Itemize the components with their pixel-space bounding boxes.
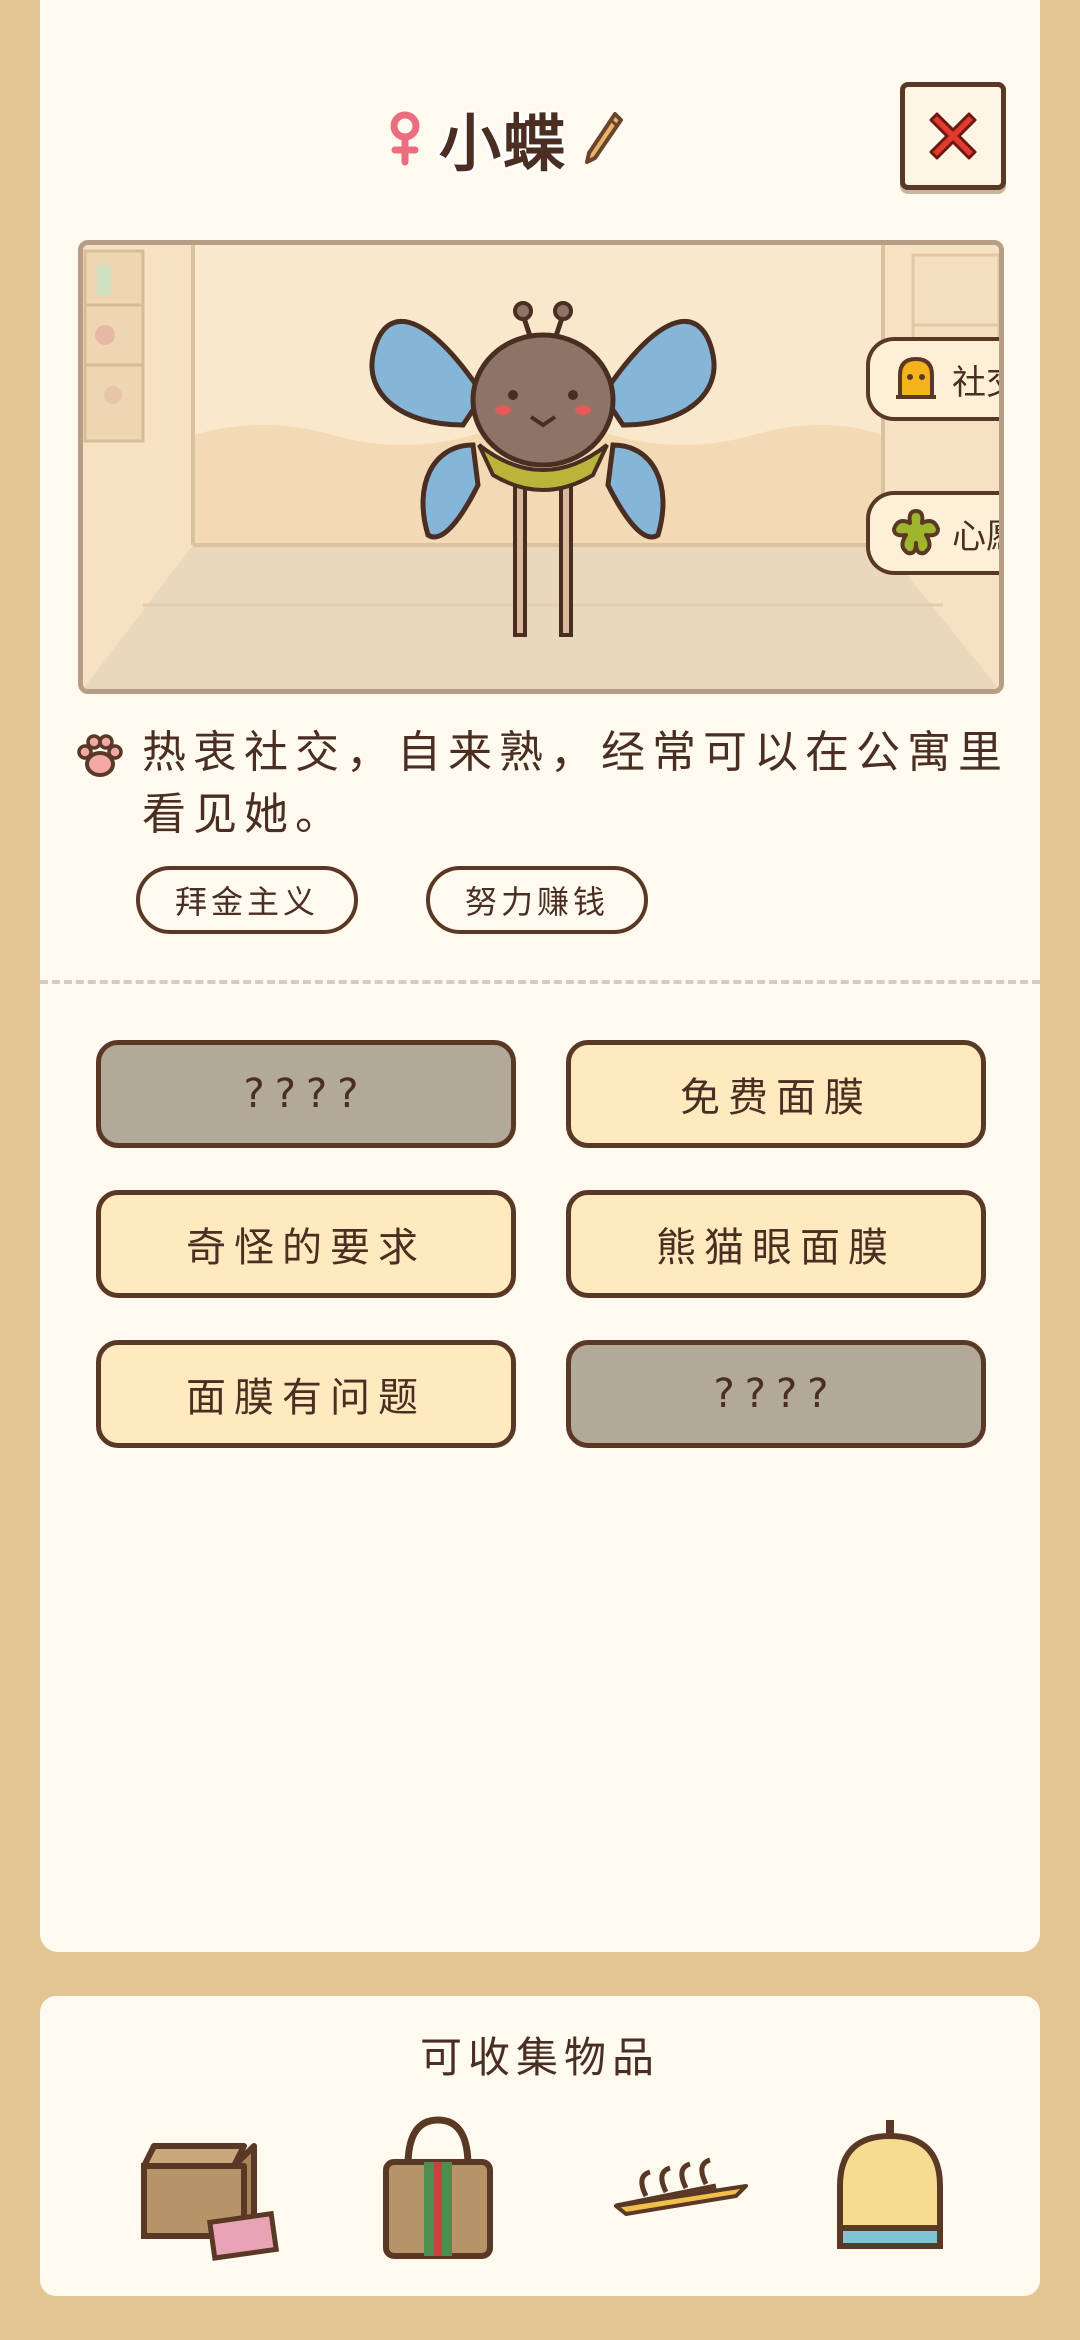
tag-work-hard: 努力赚钱	[426, 866, 648, 934]
header: 小蝶	[40, 82, 1040, 190]
social-icon	[896, 356, 936, 399]
hangers-item[interactable]	[606, 2106, 766, 2266]
box-item[interactable]	[124, 2106, 284, 2266]
story-button-free-mask[interactable]: 免费面膜	[566, 1040, 986, 1148]
wish-label: 心愿	[952, 516, 999, 557]
wish-icon	[892, 509, 940, 556]
social-label: 社交	[952, 362, 999, 403]
edit-name-icon[interactable]	[581, 110, 625, 166]
room-background	[83, 245, 999, 689]
name-row: 小蝶	[385, 88, 625, 188]
character-panel: 小蝶 社 心 热衷社交，自来熟，经常可以在公寓里看见她。 拜金主义 努力赚钱 ?…	[40, 0, 1040, 1952]
collectibles-title: 可收集物品	[419, 2033, 660, 2082]
character-name: 小蝶	[439, 107, 568, 180]
story-button-panda-eye-mask[interactable]: 熊猫眼面膜	[566, 1190, 986, 1298]
close-icon	[929, 112, 977, 160]
lamp-item[interactable]	[810, 2106, 970, 2266]
description-row: 热衷社交，自来熟，经常可以在公寓里看见她。	[76, 722, 1016, 846]
story-button-strange-request[interactable]: 奇怪的要求	[96, 1190, 516, 1298]
female-icon	[390, 111, 420, 166]
collectibles-panel: 可收集物品	[40, 1996, 1040, 2296]
social-button[interactable]: 社交	[866, 337, 999, 421]
close-button[interactable]	[900, 82, 1006, 190]
paw-icon	[77, 734, 123, 777]
handbag-item[interactable]	[358, 2106, 518, 2266]
character-room-scene: 社交 心愿	[78, 240, 1004, 694]
story-button-locked-2[interactable]: ????	[566, 1340, 986, 1448]
story-button-mask-problem[interactable]: 面膜有问题	[96, 1340, 516, 1448]
wish-button[interactable]: 心愿	[866, 491, 999, 575]
tag-materialism: 拜金主义	[136, 866, 358, 934]
character-description: 热衷社交，自来熟，经常可以在公寓里看见她。	[142, 727, 1009, 840]
story-button-locked-1[interactable]: ????	[96, 1040, 516, 1148]
section-divider	[40, 980, 1040, 984]
